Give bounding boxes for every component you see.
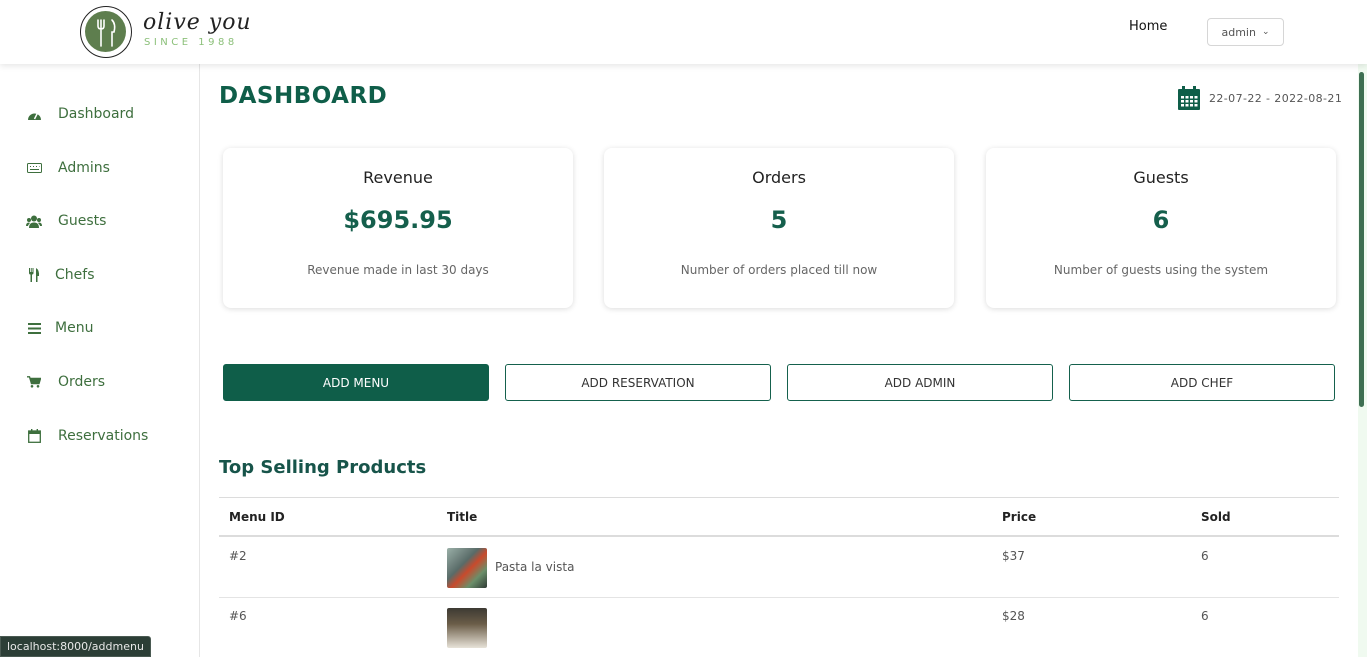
cell-menu-id: #2 xyxy=(229,549,247,563)
keyboard-icon xyxy=(26,160,42,176)
cell-price: $28 xyxy=(1002,609,1025,623)
guests-card: Guests 6 Number of guests using the syst… xyxy=(986,148,1336,308)
column-header-title: Title xyxy=(447,510,478,524)
sidebar-item-menu[interactable]: Menu xyxy=(26,316,93,340)
add-chef-button[interactable]: ADD CHEF xyxy=(1069,364,1335,401)
fork-knife-icon xyxy=(97,19,116,47)
add-menu-button[interactable]: ADD MENU xyxy=(223,364,489,401)
cart-icon xyxy=(26,374,42,390)
sidebar-item-label: Menu xyxy=(55,320,94,336)
sidebar-item-label: Orders xyxy=(58,374,106,390)
sidebar-item-admins[interactable]: Admins xyxy=(26,156,110,180)
sidebar-item-reservations[interactable]: Reservations xyxy=(26,424,148,448)
sidebar-item-label: Admins xyxy=(58,160,110,176)
status-bar-url: localhost:8000/addmenu xyxy=(0,636,151,657)
card-title: Orders xyxy=(752,168,806,187)
product-thumbnail xyxy=(447,548,487,588)
chevron-down-icon: ⌄ xyxy=(1261,27,1270,37)
sidebar-item-label: Chefs xyxy=(55,267,95,283)
users-icon xyxy=(26,213,42,229)
dashboard-icon xyxy=(26,106,42,122)
card-description: Number of guests using the system xyxy=(1053,263,1269,277)
card-description: Number of orders placed till now xyxy=(680,263,878,277)
page-title: DASHBOARD xyxy=(219,83,388,109)
card-title: Guests xyxy=(1133,168,1189,187)
table-header: Menu ID Title Price Sold xyxy=(219,497,1339,537)
table-row[interactable]: #2 Pasta la vista $37 6 xyxy=(219,537,1339,598)
cell-sold: 6 xyxy=(1201,549,1209,563)
orders-card: Orders 5 Number of orders placed till no… xyxy=(604,148,954,308)
cell-sold: 6 xyxy=(1201,609,1209,623)
sidebar-item-dashboard[interactable]: Dashboard xyxy=(26,102,134,126)
sidebar: Dashboard Admins Guests Chefs Menu Order… xyxy=(0,64,200,657)
sidebar-item-orders[interactable]: Orders xyxy=(26,370,105,394)
add-admin-button[interactable]: ADD ADMIN xyxy=(787,364,1053,401)
main-content: DASHBOARD 22-07-22 - 2022-08-21 Revenue … xyxy=(200,64,1356,657)
revenue-card: Revenue $695.95 Revenue made in last 30 … xyxy=(223,148,573,308)
date-range-picker[interactable]: 22-07-22 - 2022-08-21 xyxy=(1178,86,1342,110)
product-thumbnail xyxy=(447,608,487,648)
cell-title: Pasta la vista xyxy=(495,560,575,574)
column-header-price: Price xyxy=(1002,510,1037,524)
sidebar-item-label: Dashboard xyxy=(58,106,134,122)
brand-name: olive you xyxy=(143,10,252,35)
logo[interactable] xyxy=(80,6,132,58)
sidebar-item-guests[interactable]: Guests xyxy=(26,209,106,233)
sidebar-item-chefs[interactable]: Chefs xyxy=(26,263,94,287)
brand-tagline: SINCE 1988 xyxy=(144,37,238,48)
sidebar-item-label: Guests xyxy=(58,213,107,229)
column-header-sold: Sold xyxy=(1201,510,1231,524)
user-menu-label: admin xyxy=(1221,25,1256,39)
nav-home-link[interactable]: Home xyxy=(1129,19,1167,34)
page-scrollbar[interactable] xyxy=(1358,64,1367,657)
top-selling-table: Menu ID Title Price Sold #2 Pasta la vis… xyxy=(219,497,1339,657)
date-range-text: 22-07-22 - 2022-08-21 xyxy=(1209,91,1343,105)
add-reservation-button[interactable]: ADD RESERVATION xyxy=(505,364,771,401)
top-header: olive you SINCE 1988 Home admin ⌄ xyxy=(0,0,1367,64)
card-value: $695.95 xyxy=(343,206,453,234)
section-title: Top Selling Products xyxy=(219,457,427,478)
column-header-menu-id: Menu ID xyxy=(229,510,285,524)
utensils-icon xyxy=(26,267,42,283)
scrollbar-thumb[interactable] xyxy=(1359,72,1364,407)
user-menu-button[interactable]: admin ⌄ xyxy=(1207,18,1284,46)
calendar-icon xyxy=(26,428,42,444)
table-row[interactable]: #6 $28 6 xyxy=(219,598,1339,657)
sidebar-item-label: Reservations xyxy=(58,428,149,444)
bars-icon xyxy=(26,320,42,336)
card-value: 6 xyxy=(1152,206,1170,234)
card-value: 5 xyxy=(770,206,788,234)
card-description: Revenue made in last 30 days xyxy=(307,263,489,277)
card-title: Revenue xyxy=(363,168,433,187)
cell-price: $37 xyxy=(1002,549,1025,563)
calendar-icon xyxy=(1178,86,1200,110)
cell-menu-id: #6 xyxy=(229,609,247,623)
